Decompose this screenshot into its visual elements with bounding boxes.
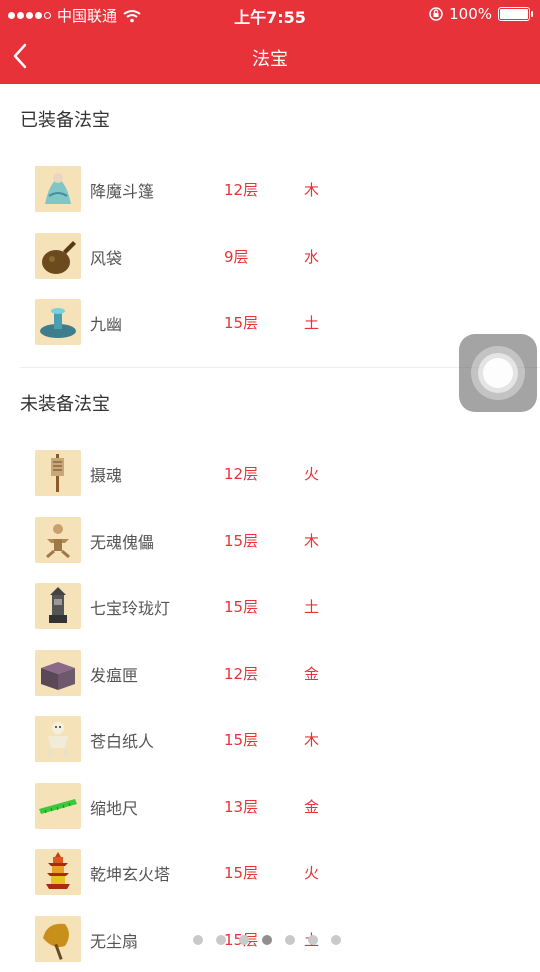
- treasure-row[interactable]: 无魂傀儡 15层 木: [0, 507, 540, 573]
- treasure-level: 12层: [224, 181, 259, 199]
- treasure-element: 金: [304, 664, 320, 683]
- treasure-row[interactable]: 苍白纸人 15层 木: [0, 706, 540, 772]
- page-indicator: [193, 935, 341, 945]
- page-dot: [193, 935, 203, 945]
- treasure-name: 风袋: [90, 248, 123, 268]
- treasure-element: 木: [304, 181, 320, 199]
- treasure-name: 无魂傀儡: [90, 532, 155, 552]
- treasure-element: 水: [304, 247, 320, 266]
- treasure-row[interactable]: 缩地尺 13层 金: [0, 773, 540, 839]
- fan-icon: [35, 915, 81, 962]
- page-dot: [216, 935, 226, 945]
- page-dot: [239, 935, 249, 945]
- treasure-level: 12层: [224, 664, 259, 683]
- treasure-name: 缩地尺: [90, 798, 139, 818]
- treasure-name: 乾坤玄火塔: [90, 865, 171, 884]
- wind-bag-icon: [35, 232, 81, 279]
- treasure-element: 木: [304, 731, 320, 749]
- treasure-level: 15层: [224, 314, 259, 332]
- treasure-level: 9层: [224, 247, 249, 266]
- page-dot: [308, 935, 318, 945]
- treasure-list[interactable]: 已装备法宝 降魔斗篷 12层木风袋 9层水九幽 15层土 未装备法宝 摄魂 12层火无魂…: [0, 84, 540, 962]
- treasure-element: 金: [304, 797, 320, 816]
- treasure-name: 无尘扇: [90, 931, 139, 951]
- puppet-icon: [35, 516, 81, 563]
- treasure-level: 15层: [224, 598, 259, 616]
- treasure-level: 15层: [224, 864, 259, 882]
- treasure-row[interactable]: 乾坤玄火塔 15层 火: [0, 839, 540, 905]
- treasure-row[interactable]: 风袋 9层 水: [0, 223, 540, 289]
- treasure-name: 九幽: [90, 315, 123, 334]
- pagoda-icon: [35, 849, 81, 895]
- fountain-icon: [35, 299, 81, 345]
- treasure-element: 火: [304, 864, 320, 882]
- status-bar: 中国联通 上午7:55 100%: [0, 0, 540, 28]
- treasure-name: 七宝玲珑灯: [90, 599, 171, 618]
- treasure-level: 15层: [224, 531, 259, 550]
- equipped-section-title: 已装备法宝: [20, 110, 110, 131]
- box-icon: [35, 649, 81, 696]
- treasure-element: 土: [304, 598, 320, 616]
- battery-percent: 100%: [449, 5, 492, 23]
- page-dot: [262, 935, 272, 945]
- nav-bar: 法宝: [0, 28, 540, 84]
- treasure-element: 土: [304, 314, 320, 332]
- treasure-name: 降魔斗篷: [90, 182, 155, 201]
- assistive-touch-button[interactable]: [459, 334, 537, 412]
- treasure-name: 苍白纸人: [90, 732, 155, 751]
- unequipped-section-title: 未装备法宝: [20, 394, 110, 415]
- treasure-level: 13层: [224, 797, 259, 816]
- lantern-icon: [35, 583, 81, 629]
- treasure-row[interactable]: 七宝玲珑灯 15层 土: [0, 573, 540, 639]
- battery-icon: [498, 7, 533, 21]
- treasure-name: 发瘟匣: [90, 665, 139, 685]
- soul-banner-icon: [35, 450, 81, 496]
- status-right: 100%: [429, 5, 533, 23]
- rotation-lock-icon: [429, 7, 443, 21]
- treasure-row[interactable]: 发瘟匣 12层 金: [0, 640, 540, 706]
- page-dot: [331, 935, 341, 945]
- cloak-figure-icon: [35, 166, 81, 212]
- ruler-icon: [35, 782, 81, 829]
- treasure-element: 火: [304, 465, 320, 483]
- page-dot: [285, 935, 295, 945]
- treasure-name: 摄魂: [90, 466, 123, 485]
- paper-doll-icon: [35, 716, 81, 762]
- treasure-level: 12层: [224, 465, 259, 483]
- treasure-row[interactable]: 摄魂 12层 火: [0, 440, 540, 506]
- treasure-row[interactable]: 降魔斗篷 12层 木: [0, 156, 540, 222]
- page-title: 法宝: [252, 49, 288, 70]
- treasure-element: 木: [304, 531, 320, 550]
- treasure-level: 15层: [224, 731, 259, 749]
